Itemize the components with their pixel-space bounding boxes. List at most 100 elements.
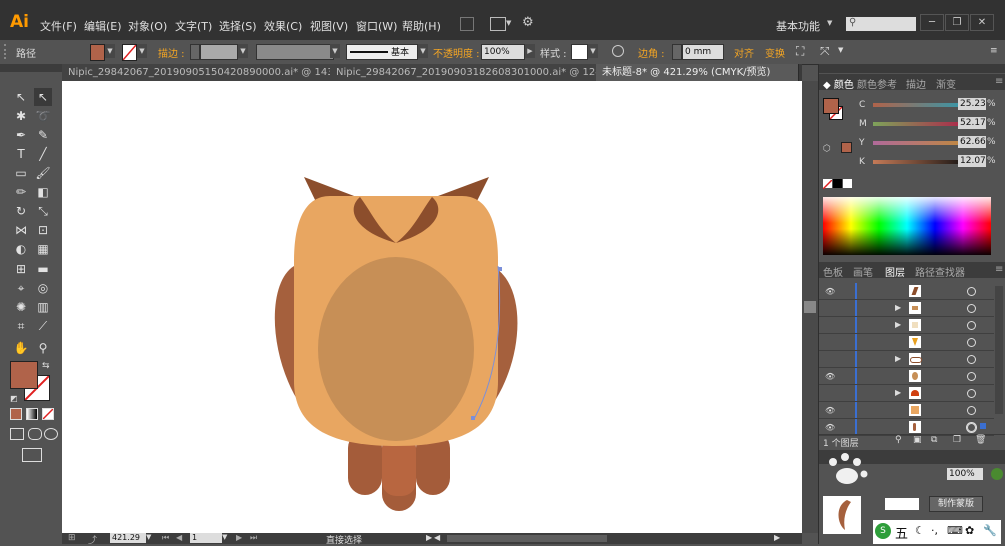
- corner-label[interactable]: 边角 :: [638, 45, 665, 60]
- make-mask-button[interactable]: 制作蒙版: [929, 496, 983, 512]
- stroke-swatch[interactable]: [122, 44, 137, 61]
- menu-object[interactable]: 对象(O): [128, 18, 167, 34]
- gpu-performance-icon[interactable]: ⚙: [522, 15, 534, 30]
- ime-punctuation-icon[interactable]: ·,: [931, 524, 938, 537]
- black-swatch[interactable]: [833, 179, 842, 188]
- channel-value[interactable]: 12.07: [958, 155, 986, 167]
- draw-inside-icon[interactable]: [44, 428, 58, 440]
- next-artboard-icon[interactable]: ▶: [236, 533, 242, 542]
- corner-stepper[interactable]: [672, 44, 682, 60]
- gradient-mode-icon[interactable]: [26, 408, 38, 420]
- status-menu-arrow[interactable]: ▶: [426, 533, 432, 542]
- chevron-down-icon[interactable]: ▼: [146, 533, 151, 541]
- layers-scrollbar[interactable]: [995, 286, 1003, 414]
- target-icon[interactable]: [967, 406, 976, 415]
- slice-tool-icon[interactable]: ⟋: [34, 317, 52, 335]
- target-icon[interactable]: [967, 389, 976, 398]
- layer-row[interactable]: ▶: [819, 300, 994, 317]
- maximize-button[interactable]: ❐: [945, 14, 969, 31]
- expand-arrow-icon[interactable]: ▶: [895, 303, 901, 312]
- blend-tool-icon[interactable]: ◎: [34, 279, 52, 297]
- variable-width-profile[interactable]: [256, 44, 334, 60]
- layer-row[interactable]: [819, 334, 994, 351]
- align-link[interactable]: 对齐: [734, 45, 754, 60]
- draw-normal-icon[interactable]: [10, 428, 24, 440]
- tab-color-guide[interactable]: 颜色参考: [857, 76, 897, 91]
- artboard-tool-icon[interactable]: ⌗: [12, 317, 30, 335]
- eraser-tool-icon[interactable]: ◧: [34, 183, 52, 201]
- swap-colors-icon[interactable]: ⇆: [42, 361, 50, 371]
- slider-track[interactable]: [873, 160, 969, 164]
- layer-row[interactable]: 👁: [819, 283, 994, 300]
- direct-selection-tool-icon[interactable]: ↖: [34, 88, 52, 106]
- transform-link[interactable]: 变换: [765, 45, 785, 60]
- chevron-down-icon[interactable]: ▼: [330, 44, 340, 58]
- none-swatch[interactable]: [822, 179, 833, 190]
- skin-icon[interactable]: ✿: [965, 524, 974, 537]
- shape-builder-tool-icon[interactable]: ◐: [12, 240, 30, 258]
- target-icon[interactable]: [967, 355, 976, 364]
- white-swatch[interactable]: [843, 179, 852, 188]
- owl-illustration[interactable]: [62, 81, 802, 533]
- arrange-documents-icon[interactable]: [490, 17, 506, 31]
- mesh-tool-icon[interactable]: ⊞: [12, 260, 30, 278]
- pencil-tool-icon[interactable]: ✏: [12, 183, 30, 201]
- new-sublayer-icon[interactable]: ⧉: [931, 435, 937, 445]
- expand-arrow-icon[interactable]: ▶: [895, 320, 901, 329]
- layer-row[interactable]: ▶: [819, 317, 994, 334]
- layer-row[interactable]: ▶: [819, 351, 994, 368]
- lasso-tool-icon[interactable]: ➰: [34, 107, 52, 125]
- column-graph-tool-icon[interactable]: ▥: [34, 298, 52, 316]
- first-artboard-icon[interactable]: ⏮: [162, 533, 169, 543]
- eyedropper-tool-icon[interactable]: ⌖: [12, 279, 30, 297]
- scrollbar-thumb[interactable]: [804, 301, 816, 313]
- chevron-down-icon[interactable]: ▼: [105, 44, 115, 58]
- hand-tool-icon[interactable]: ✋: [12, 339, 30, 357]
- chevron-down-icon[interactable]: ▼: [588, 44, 598, 58]
- layer-row[interactable]: 👁: [819, 368, 994, 385]
- symbol-sprayer-tool-icon[interactable]: ✺: [12, 298, 30, 316]
- menu-file[interactable]: 文件(F): [40, 18, 77, 34]
- mask-thumbnail[interactable]: [885, 498, 919, 510]
- scroll-right-arrow[interactable]: ▶: [774, 533, 780, 542]
- chevron-right-icon[interactable]: ▶: [525, 44, 535, 58]
- rotate-tool-icon[interactable]: ↻: [12, 202, 30, 220]
- search-input[interactable]: ⚲: [845, 16, 917, 32]
- free-transform-tool-icon[interactable]: ⊡: [34, 221, 52, 239]
- channel-value[interactable]: 62.66: [958, 136, 986, 148]
- artboard-canvas[interactable]: [62, 81, 802, 533]
- tab-pathfinder[interactable]: 路径查找器: [915, 264, 965, 279]
- magic-wand-tool-icon[interactable]: ✱: [12, 107, 30, 125]
- menu-type[interactable]: 文字(T): [175, 18, 212, 34]
- artboard-number-field[interactable]: 1: [190, 533, 222, 543]
- graphic-style-swatch[interactable]: [571, 44, 588, 60]
- chevron-down-icon[interactable]: ▼: [238, 44, 248, 58]
- rectangle-tool-icon[interactable]: ▭: [12, 164, 30, 182]
- bridge-icon[interactable]: [460, 17, 474, 31]
- ime-logo-icon[interactable]: S: [875, 523, 891, 539]
- fill-swatch[interactable]: [90, 44, 105, 61]
- scale-tool-icon[interactable]: ⤡: [34, 202, 52, 220]
- settings-wrench-icon[interactable]: 🔧: [983, 524, 997, 537]
- eye-icon[interactable]: 👁: [825, 372, 835, 381]
- recolor-artwork-icon[interactable]: [612, 45, 624, 57]
- color-spectrum[interactable]: [823, 197, 991, 255]
- curvature-tool-icon[interactable]: ✎: [34, 126, 52, 144]
- selection-indicator[interactable]: [980, 423, 986, 429]
- locate-object-icon[interactable]: ⚲: [895, 435, 902, 445]
- channel-value[interactable]: 25.23: [958, 98, 986, 110]
- tab-swatches[interactable]: 色板: [823, 264, 843, 279]
- anchor-point[interactable]: [498, 267, 502, 271]
- horizontal-scrollbar[interactable]: [447, 535, 607, 542]
- eye-icon[interactable]: 👁: [825, 423, 835, 432]
- menu-effect[interactable]: 效果(C): [264, 18, 302, 34]
- chevron-down-icon[interactable]: ▼: [418, 44, 428, 58]
- expand-arrow-icon[interactable]: ▶: [895, 354, 901, 363]
- target-icon[interactable]: [967, 372, 976, 381]
- menu-select[interactable]: 选择(S): [219, 18, 257, 34]
- eye-icon[interactable]: 👁: [825, 406, 835, 415]
- tab-layers[interactable]: 图层: [885, 264, 905, 279]
- expand-arrow-icon[interactable]: ▶: [895, 388, 901, 397]
- clipping-mask-icon[interactable]: ▣: [913, 435, 922, 445]
- color-mode-icon[interactable]: [10, 408, 22, 420]
